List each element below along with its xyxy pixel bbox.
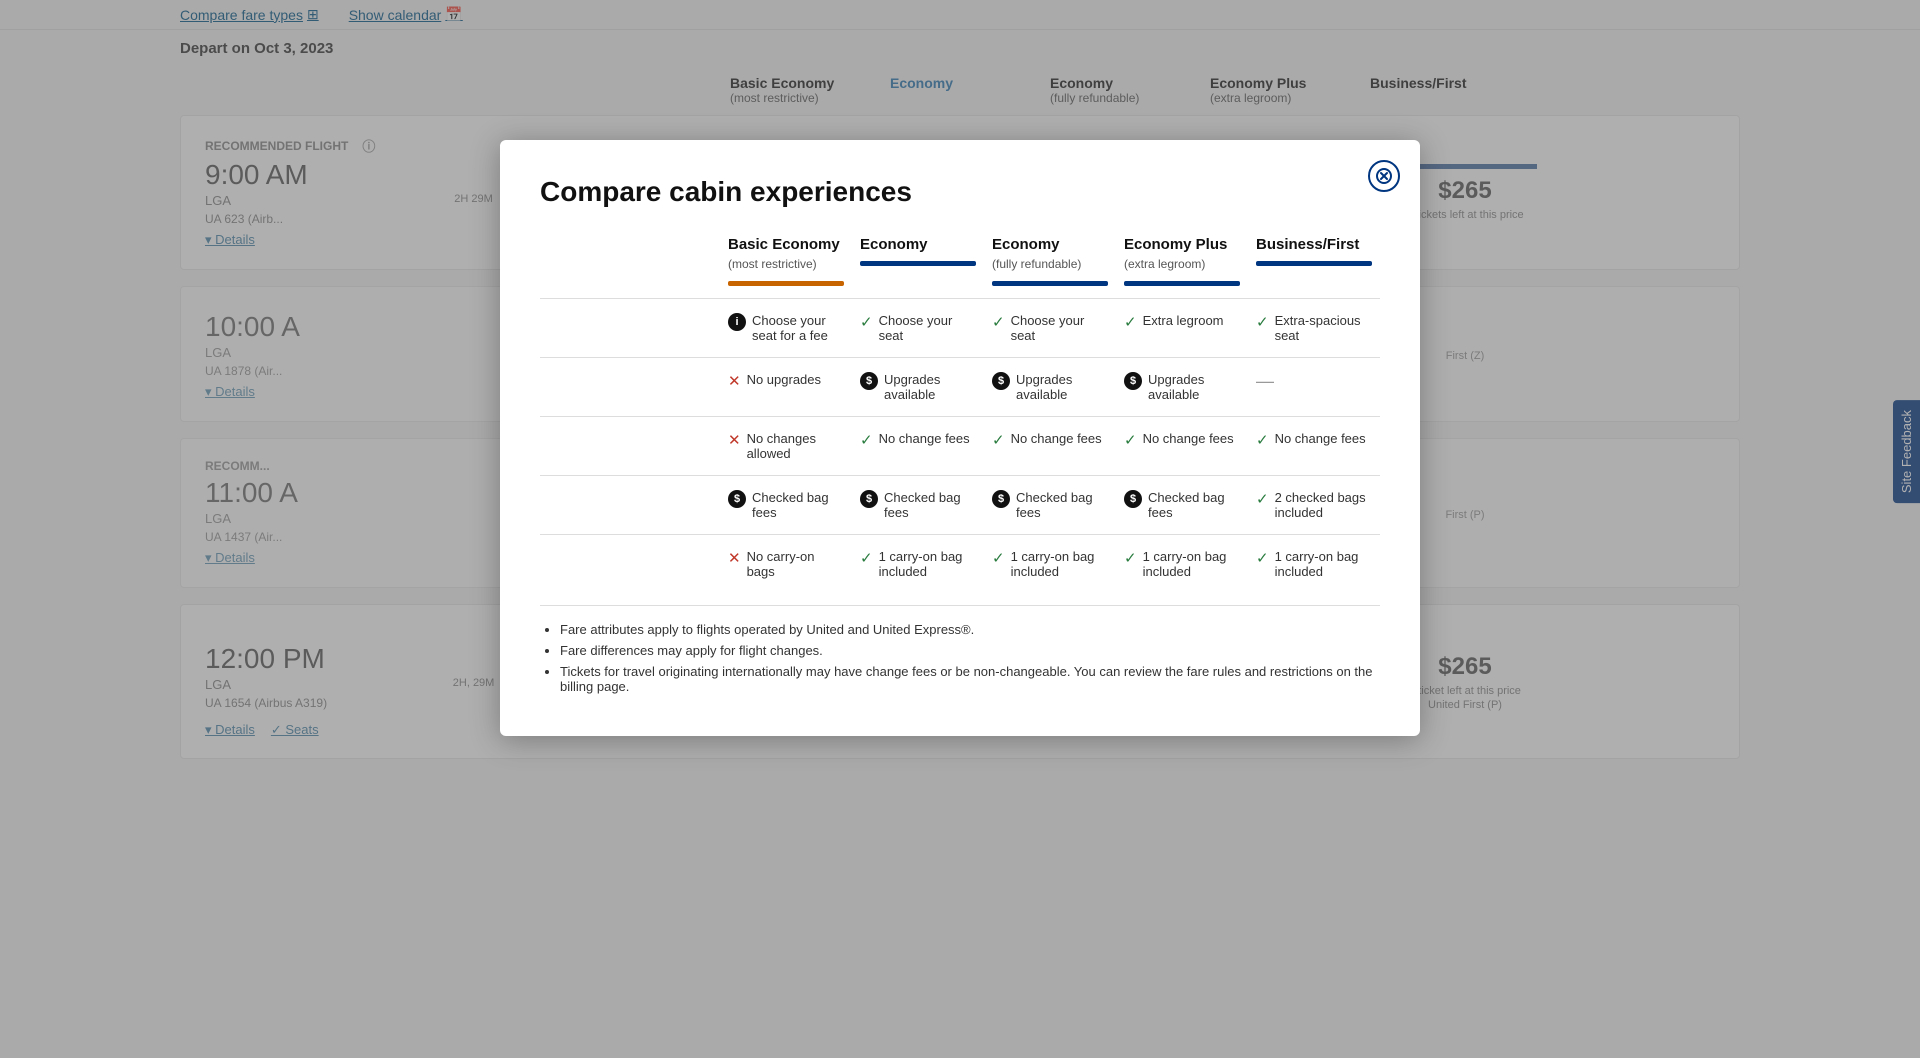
compare-cell-1-3: $ Upgrades available	[1116, 368, 1248, 406]
x-icon-2-0: ✕	[728, 431, 741, 449]
compare-col-head-2: Economy (fully refundable)	[984, 236, 1116, 286]
dollar-icon-1-1: $	[860, 372, 878, 390]
check-icon-4-1: ✓	[860, 549, 873, 567]
compare-table: Basic Economy (most restrictive) Economy…	[540, 236, 1380, 593]
compare-row-4: ✕ No carry-on bags ✓ 1 carry-on bag incl…	[540, 534, 1380, 593]
compare-cell-0-0: i Choose your seat for a fee	[720, 309, 852, 347]
x-icon-1-0: ✕	[728, 372, 741, 390]
compare-cell-4-4: ✓ 1 carry-on bag included	[1248, 545, 1380, 583]
compare-col-head-1: Economy	[852, 236, 984, 286]
compare-cell-4-1: ✓ 1 carry-on bag included	[852, 545, 984, 583]
compare-row-3: $ Checked bag fees $ Checked bag fees $ …	[540, 475, 1380, 534]
check-icon-2-1: ✓	[860, 431, 873, 449]
compare-cell-1-0: ✕ No upgrades	[720, 368, 852, 394]
compare-cell-4-2: ✓ 1 carry-on bag included	[984, 545, 1116, 583]
modal-divider	[540, 605, 1380, 606]
dollar-icon-1-2: $	[992, 372, 1010, 390]
check-icon-2-3: ✓	[1124, 431, 1137, 449]
compare-cabin-modal: Compare cabin experiences Basic Economy …	[500, 140, 1420, 736]
check-icon-4-3: ✓	[1124, 549, 1137, 567]
check-icon-2-4: ✓	[1256, 431, 1269, 449]
check-icon-0-3: ✓	[1124, 313, 1137, 331]
compare-row-2: ✕ No changes allowed ✓ No change fees ✓ …	[540, 416, 1380, 475]
modal-footnotes: Fare attributes apply to flights operate…	[540, 622, 1380, 694]
compare-header-row: Basic Economy (most restrictive) Economy…	[540, 236, 1380, 286]
x-icon-4-0: ✕	[728, 549, 741, 567]
dollar-icon-3-3: $	[1124, 490, 1142, 508]
check-icon-0-4: ✓	[1256, 313, 1269, 331]
check-icon-0-2: ✓	[992, 313, 1005, 331]
compare-cell-2-1: ✓ No change fees	[852, 427, 984, 453]
compare-cell-3-2: $ Checked bag fees	[984, 486, 1116, 524]
modal-title: Compare cabin experiences	[540, 176, 1380, 208]
dollar-icon-3-1: $	[860, 490, 878, 508]
compare-row-0: i Choose your seat for a fee ✓ Choose yo…	[540, 298, 1380, 357]
compare-col-head-3: Economy Plus (extra legroom)	[1116, 236, 1248, 286]
check-icon-3-4: ✓	[1256, 490, 1269, 508]
compare-cell-1-1: $ Upgrades available	[852, 368, 984, 406]
compare-cell-3-1: $ Checked bag fees	[852, 486, 984, 524]
dollar-icon-3-2: $	[992, 490, 1010, 508]
compare-cell-4-0: ✕ No carry-on bags	[720, 545, 852, 583]
compare-cell-2-2: ✓ No change fees	[984, 427, 1116, 453]
compare-cell-3-3: $ Checked bag fees	[1116, 486, 1248, 524]
check-icon-0-1: ✓	[860, 313, 873, 331]
compare-cell-3-0: $ Checked bag fees	[720, 486, 852, 524]
modal-close-button[interactable]	[1368, 160, 1400, 192]
compare-cell-3-4: ✓ 2 checked bags included	[1248, 486, 1380, 524]
check-icon-4-4: ✓	[1256, 549, 1269, 567]
dollar-icon-3-0: $	[728, 490, 746, 508]
dollar-icon-1-3: $	[1124, 372, 1142, 390]
check-icon-4-2: ✓	[992, 549, 1005, 567]
compare-cell-2-3: ✓ No change fees	[1116, 427, 1248, 453]
compare-cell-2-0: ✕ No changes allowed	[720, 427, 852, 465]
compare-cell-0-4: ✓ Extra-spacious seat	[1248, 309, 1380, 347]
footnote-1: Fare differences may apply for flight ch…	[560, 643, 1380, 658]
modal-overlay: Compare cabin experiences Basic Economy …	[0, 0, 1920, 1058]
compare-cell-1-2: $ Upgrades available	[984, 368, 1116, 406]
compare-row-1: ✕ No upgrades $ Upgrades available $ Upg…	[540, 357, 1380, 416]
compare-col-head-0: Basic Economy (most restrictive)	[720, 236, 852, 286]
compare-cell-2-4: ✓ No change fees	[1248, 427, 1380, 453]
compare-cell-0-2: ✓ Choose your seat	[984, 309, 1116, 347]
compare-cell-0-1: ✓ Choose your seat	[852, 309, 984, 347]
check-icon-2-2: ✓	[992, 431, 1005, 449]
compare-col-head-4: Business/First	[1248, 236, 1380, 286]
footnote-0: Fare attributes apply to flights operate…	[560, 622, 1380, 637]
compare-cell-4-3: ✓ 1 carry-on bag included	[1116, 545, 1248, 583]
footnote-2: Tickets for travel originating internati…	[560, 664, 1380, 694]
compare-cell-1-4: —	[1248, 368, 1380, 394]
compare-cell-0-3: ✓ Extra legroom	[1116, 309, 1248, 335]
info-icon-0-0: i	[728, 313, 746, 331]
dash-icon-1-4: —	[1256, 372, 1274, 390]
